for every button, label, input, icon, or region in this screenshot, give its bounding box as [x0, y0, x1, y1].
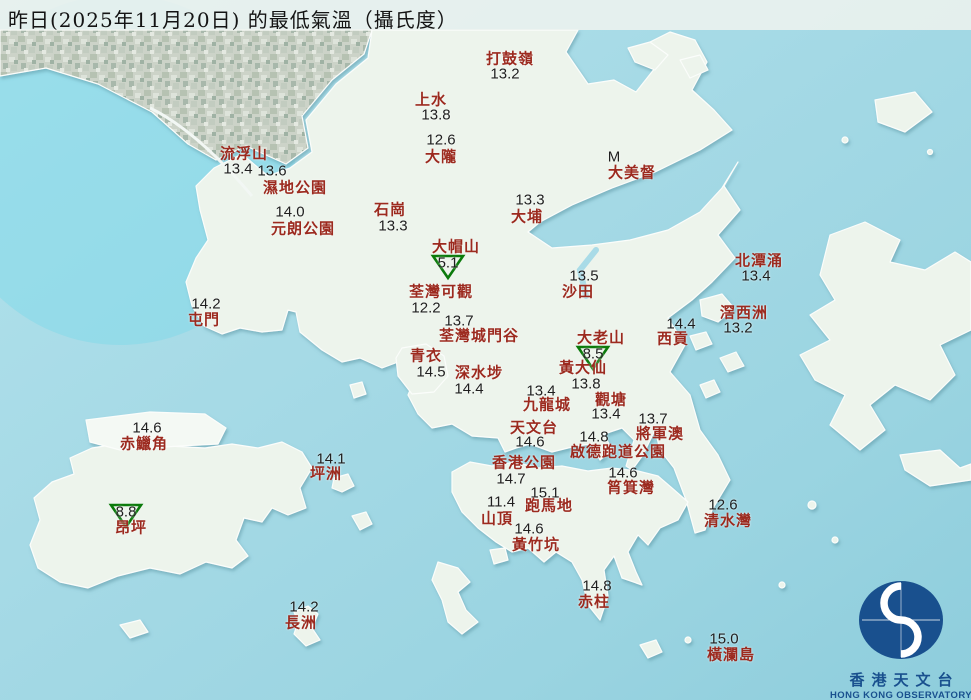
station-name: 坪洲 [309, 464, 343, 483]
station-name: 香港公園 [491, 453, 557, 472]
station-name: 沙田 [561, 282, 595, 301]
station-name: 天文台 [509, 418, 559, 437]
station-value: 14.5 [416, 363, 446, 381]
station-name: 清水灣 [703, 511, 753, 530]
station-name: 橫瀾島 [706, 645, 756, 664]
station-name: 元朗公園 [270, 219, 336, 238]
hko-logo-chinese: 香港天文台 [849, 671, 960, 689]
station-name: 荃灣可觀 [408, 282, 474, 301]
station-name: 筲箕灣 [606, 478, 656, 497]
station-value: 13.3 [378, 217, 408, 235]
station-name: 長洲 [284, 613, 318, 632]
hko-logo-english: HONG KONG OBSERVATORY [830, 690, 971, 700]
station-value: 5.1 [437, 254, 459, 272]
station-name: 北潭涌 [734, 251, 784, 270]
station-name: 大隴 [424, 147, 458, 166]
hko-logo: 香港天文台 HONG KONG OBSERVATORY [826, 578, 971, 700]
station-name: 打鼓嶺 [485, 49, 535, 68]
station-name: 昂坪 [114, 518, 148, 537]
station-name: 荃灣城門谷 [438, 326, 520, 345]
station-name: 黃竹坑 [511, 535, 561, 554]
station-name: 大老山 [576, 328, 626, 347]
station-value: 12.2 [411, 299, 441, 317]
station-name: 滘西洲 [719, 303, 769, 322]
station-name: 濕地公園 [262, 178, 328, 197]
station-name: 石崗 [373, 200, 407, 219]
station-name: 青衣 [409, 346, 443, 365]
station-name: 大埔 [510, 207, 544, 226]
station-name: 赤柱 [577, 592, 611, 611]
station-value: 14.7 [496, 470, 526, 488]
observatory-logo-icon [859, 581, 943, 659]
station-name: 觀塘 [594, 390, 628, 409]
station-name: 大美督 [607, 163, 657, 182]
station-name: 西貢 [656, 329, 690, 348]
hko-min-temp-map: 昨日(2025年11月20日) 的最低氣溫（攝氏度） 13.2 打鼓嶺 13.8 上水… [0, 0, 971, 700]
station-name: 大帽山 [431, 237, 481, 256]
station-name: 九龍城 [522, 395, 572, 414]
station-name: 屯門 [187, 310, 221, 329]
station-name: 深水埗 [454, 363, 504, 382]
station-value: 14.4 [454, 380, 484, 398]
station-name: 跑馬地 [524, 496, 574, 515]
station-name: 黃大仙 [558, 358, 608, 377]
station-name: 流浮山 [219, 144, 269, 163]
station-name: 赤鱲角 [119, 434, 169, 453]
station-name: 啟德跑道公園 [569, 442, 667, 461]
station-name: 上水 [414, 90, 448, 109]
station-name: 山頂 [480, 509, 514, 528]
